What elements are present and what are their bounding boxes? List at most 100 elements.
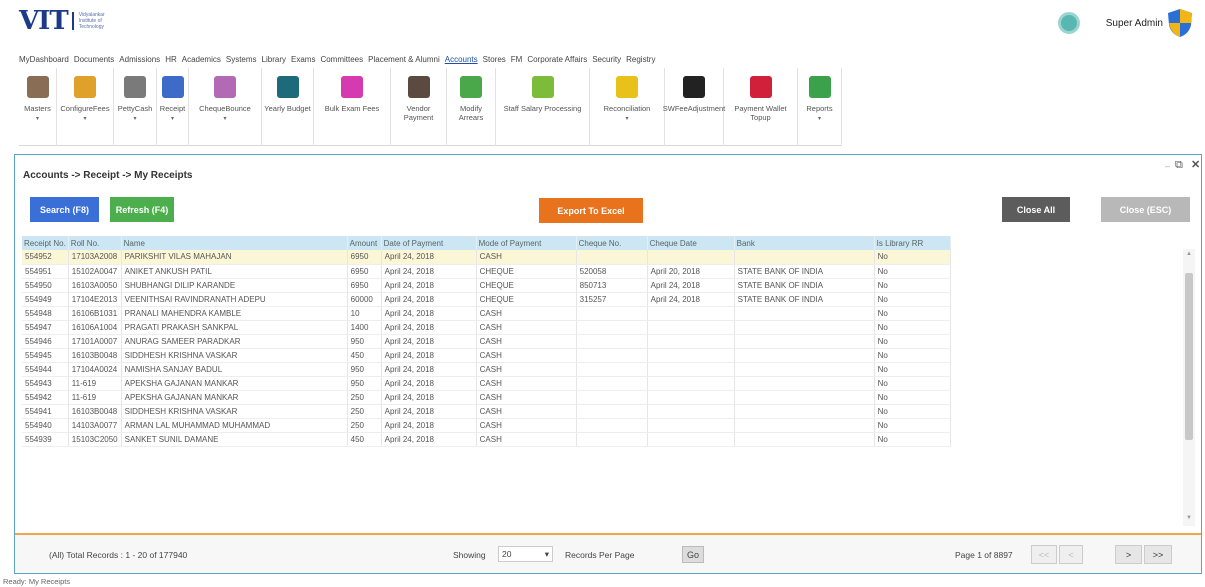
close-button[interactable]: Close (ESC) xyxy=(1101,197,1190,222)
export-excel-button[interactable]: Export To Excel xyxy=(539,198,643,223)
per-page-value: 20 xyxy=(502,549,512,559)
column-header[interactable]: Roll No. xyxy=(68,236,122,250)
scroll-down-icon[interactable]: ▼ xyxy=(1186,515,1192,521)
table-row[interactable]: 554946 17101A0007 ANURAG SAMEER PARADKAR 95… xyxy=(22,334,951,349)
sw-fee-adjustment-icon xyxy=(683,76,705,98)
table-cell: 554948 xyxy=(22,306,69,321)
toolbar-vendor-payment[interactable]: Vendor Payment xyxy=(391,68,447,146)
column-header[interactable]: Date of Payment xyxy=(381,236,477,250)
toolbar-reconciliation[interactable]: Reconciliation ▾ xyxy=(590,68,665,146)
table-cell: April 24, 2018 xyxy=(381,432,477,447)
table-cell: April 24, 2018 xyxy=(381,320,477,335)
column-header[interactable]: Receipt No. xyxy=(22,236,69,250)
menu-item-documents[interactable]: Documents xyxy=(74,55,114,64)
table-row[interactable]: 554940 14103A0077 ARMAN LAL MUHAMMAD MUHAM… xyxy=(22,418,951,433)
toolbar-yearly-budget[interactable]: Yearly Budget xyxy=(262,68,314,146)
table-cell xyxy=(576,432,648,447)
table-row[interactable]: 554942 11-619 APEKSHA GAJANAN MANKAR 250 Apr… xyxy=(22,390,951,405)
column-header[interactable]: Is Library RR xyxy=(874,236,951,250)
menu-item-academics[interactable]: Academics xyxy=(182,55,221,64)
toolbar-bulk-exam-fees[interactable]: Bulk Exam Fees xyxy=(314,68,391,146)
search-button[interactable]: Search (F8) xyxy=(30,197,99,222)
table-row[interactable]: 554944 17104A0024 NAMISHA SANJAY BADUL 950 A… xyxy=(22,362,951,377)
menu-item-committees[interactable]: Committees xyxy=(320,55,363,64)
menu-item-fm[interactable]: FM xyxy=(511,55,523,64)
showing-label: Showing xyxy=(453,550,486,560)
close-all-button[interactable]: Close All xyxy=(1002,197,1070,222)
logo-text: VIT xyxy=(19,6,69,36)
toolbar-staff-salary-processing[interactable]: Staff Salary Processing xyxy=(496,68,590,146)
dropdown-caret-icon: ▾ xyxy=(223,116,227,122)
dropdown-caret-icon: ▾ xyxy=(817,116,821,122)
table-cell: NAMISHA SANJAY BADUL xyxy=(121,362,348,377)
menu-item-hr[interactable]: HR xyxy=(165,55,177,64)
table-row[interactable]: 554950 16103A0050 SHUBHANGI DILIP KARANDE 6… xyxy=(22,278,951,293)
menu-item-registry[interactable]: Registry xyxy=(626,55,655,64)
table-row[interactable]: 554947 16106A1004 PRAGATI PRAKASH SANKPAL 1… xyxy=(22,320,951,335)
vertical-scrollbar[interactable]: ▲ ▼ xyxy=(1183,249,1195,526)
table-cell: 315257 xyxy=(576,292,648,307)
column-header[interactable]: Cheque No. xyxy=(576,236,648,250)
table-row[interactable]: 554951 15102A0047 ANIKET ANKUSH PATIL 6950 A… xyxy=(22,264,951,279)
toolbar-swfeeadjustment[interactable]: SWFeeAdjustment xyxy=(663,68,725,146)
column-header[interactable]: Name xyxy=(121,236,348,250)
table-cell xyxy=(734,404,875,419)
total-records: (All) Total Records : 1 - 20 of 177940 xyxy=(49,550,188,560)
table-cell xyxy=(647,432,735,447)
menu-item-accounts[interactable]: Accounts xyxy=(445,55,478,64)
toolbar-chequebounce[interactable]: ChequeBounce ▾ xyxy=(189,68,262,146)
toolbar-label: Masters xyxy=(24,104,51,113)
user-name[interactable]: Super Admin xyxy=(1106,18,1163,29)
column-header[interactable]: Mode of Payment xyxy=(476,236,577,250)
menu-item-corporate-affairs[interactable]: Corporate Affairs xyxy=(527,55,587,64)
menu-item-placement-alumni[interactable]: Placement & Alumni xyxy=(368,55,440,64)
column-header[interactable]: Cheque Date xyxy=(647,236,735,250)
toolbar-payment-wallet-topup[interactable]: Payment Wallet Topup xyxy=(724,68,798,146)
menu-item-library[interactable]: Library xyxy=(262,55,286,64)
menu-item-systems[interactable]: Systems xyxy=(226,55,257,64)
table-cell: 14103A0077 xyxy=(68,418,122,433)
menu-item-exams[interactable]: Exams xyxy=(291,55,315,64)
scroll-up-icon[interactable]: ▲ xyxy=(1186,251,1192,257)
cheque-bounce-icon xyxy=(214,76,236,98)
next-page-button[interactable]: > xyxy=(1115,545,1142,564)
vit-logo[interactable]: VIT Vidyalankar Institute of Technology xyxy=(19,6,112,36)
go-button[interactable]: Go xyxy=(682,546,704,563)
receipt-icon xyxy=(161,76,184,98)
close-icon[interactable]: ✕ xyxy=(1191,158,1200,171)
column-header[interactable]: Amount xyxy=(347,236,382,250)
toolbar-configurefees[interactable]: ConfigureFees ▾ xyxy=(57,68,114,146)
last-page-button[interactable]: >> xyxy=(1144,545,1172,564)
table-row[interactable]: 554952 17103A2008 PARIKSHIT VILAS MAHAJAN 6… xyxy=(22,250,951,265)
column-header[interactable]: Bank xyxy=(734,236,875,250)
table-cell xyxy=(647,306,735,321)
table-row[interactable]: 554948 16106B1031 PRANALI MAHENDRA KAMBLE 1… xyxy=(22,306,951,321)
toolbar-pettycash[interactable]: PettyCash ▾ xyxy=(114,68,157,146)
menu-item-security[interactable]: Security xyxy=(592,55,621,64)
minimize-icon[interactable]: – xyxy=(1165,161,1170,171)
per-page-select[interactable]: 20 ▾ xyxy=(498,546,553,562)
prev-page-button[interactable]: < xyxy=(1059,545,1083,564)
toolbar-receipt[interactable]: Receipt ▾ xyxy=(157,68,189,146)
restore-icon[interactable]: ⧉ xyxy=(1175,159,1183,172)
table-cell xyxy=(734,376,875,391)
menu-item-admissions[interactable]: Admissions xyxy=(119,55,160,64)
notification-icon[interactable] xyxy=(1057,12,1080,34)
refresh-button[interactable]: Refresh (F4) xyxy=(110,197,174,222)
table-row[interactable]: 554949 17104E2013 VEENITHSAI RAVINDRANATH … xyxy=(22,292,951,307)
toolbar-reports[interactable]: Reports ▾ xyxy=(798,68,842,146)
toolbar-masters[interactable]: Masters ▾ xyxy=(19,68,57,146)
menu-item-stores[interactable]: Stores xyxy=(483,55,506,64)
first-page-button[interactable]: << xyxy=(1031,545,1057,564)
table-row[interactable]: 554941 16103B0048 SIDDHESH KRISHNA VASKAR 2… xyxy=(22,404,951,419)
table-cell: April 24, 2018 xyxy=(381,264,477,279)
table-row[interactable]: 554939 15103C2050 SANKET SUNIL DAMANE 450 Ap… xyxy=(22,432,951,447)
table-cell: CASH xyxy=(476,376,577,391)
table-row[interactable]: 554943 11-619 APEKSHA GAJANAN MANKAR 950 Apr… xyxy=(22,376,951,391)
menu-item-mydashboard[interactable]: MyDashboard xyxy=(19,55,69,64)
toolbar-label: Yearly Budget xyxy=(264,104,311,113)
toolbar-modify-arrears[interactable]: Modify Arrears xyxy=(447,68,496,146)
scroll-thumb[interactable] xyxy=(1185,273,1193,440)
table-cell: No xyxy=(874,390,951,405)
table-row[interactable]: 554945 16103B0048 SIDDHESH KRISHNA VASKAR 4… xyxy=(22,348,951,363)
